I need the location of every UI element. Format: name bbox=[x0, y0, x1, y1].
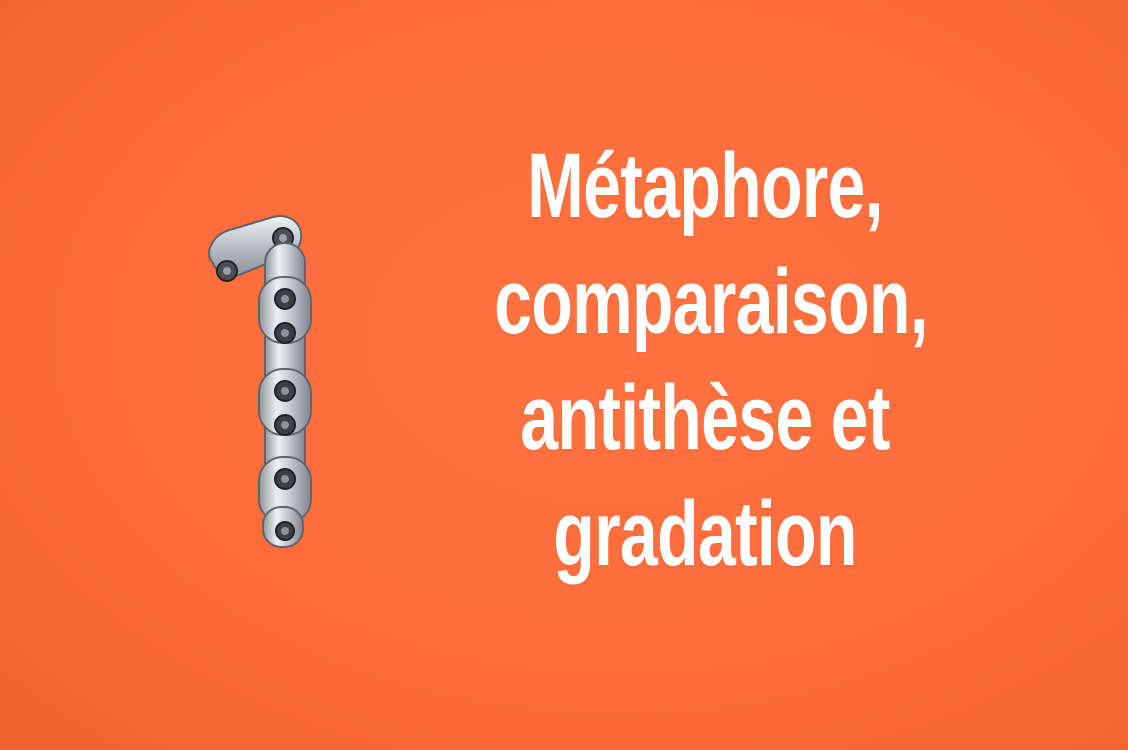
headline-line-4: gradation bbox=[553, 483, 857, 585]
headline-line-1: Métaphore, bbox=[527, 135, 883, 237]
bike-chain-number-one-icon bbox=[185, 205, 325, 565]
headline-line-3: antithèse et bbox=[520, 367, 890, 469]
chain-graphic bbox=[208, 215, 312, 548]
headline-line-2: comparaison, bbox=[494, 251, 929, 353]
headline: Métaphore, comparaison, antithèse et gra… bbox=[494, 128, 929, 592]
